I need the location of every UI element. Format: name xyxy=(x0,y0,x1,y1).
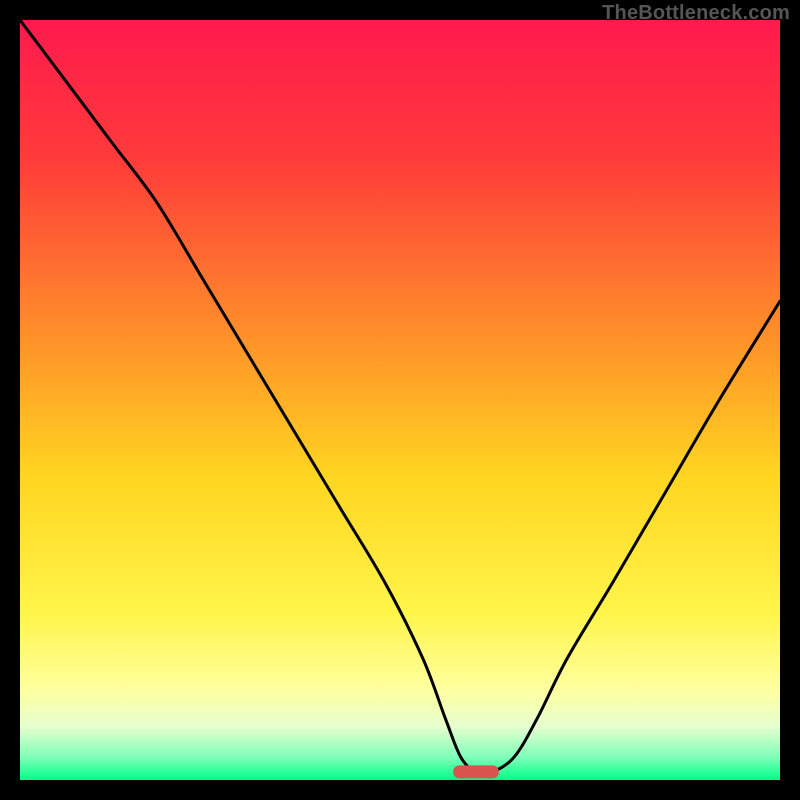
bottleneck-curve xyxy=(20,20,780,774)
plot-area xyxy=(20,20,780,780)
curve-layer xyxy=(20,20,780,780)
optimal-marker xyxy=(453,765,499,778)
chart-frame: TheBottleneck.com xyxy=(0,0,800,800)
